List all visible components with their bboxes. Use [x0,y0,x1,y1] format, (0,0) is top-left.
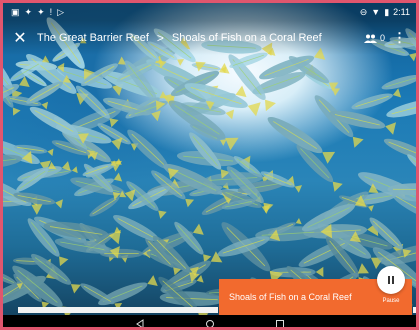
home-icon[interactable] [203,317,217,327]
app-bar: ✕ The Great Barrier Reef > Shoals of Fis… [3,21,416,55]
app-icon: ✦ [24,6,33,17]
recents-icon[interactable] [273,317,287,327]
breadcrumb-current: Shoals of Fish on a Coral Reef [171,32,322,44]
pause-label: Pause [382,298,400,304]
progress-track-end [413,307,416,313]
pause-icon [388,276,394,284]
pause-button[interactable] [377,266,405,294]
more-vert-icon[interactable]: ⋮ [393,30,406,46]
now-playing-title: Shoals of Fish on a Coral Reef [229,292,352,302]
people-icon [363,34,377,43]
viewer-count: 0 [379,33,385,43]
clock-time: 2:11 [393,7,410,17]
app-icon: ✦ [37,6,45,17]
navigation-bar [3,315,416,327]
no-disturb-icon: ⊖ [359,6,368,17]
exclamation-icon: ! [49,7,53,17]
breadcrumb-parent[interactable]: The Great Barrier Reef [37,32,149,44]
breadcrumb-separator: > [156,31,164,45]
app-window: ▣ ✦ ✦ ! ▷ ⊖ ▼ ▮ 2:11 ✕ The Great Barrier… [0,0,419,330]
close-icon[interactable]: ✕ [3,28,37,48]
image-icon: ▣ [11,6,20,17]
play-store-icon: ▷ [57,6,65,17]
back-icon[interactable] [133,317,147,327]
battery-icon: ▮ [384,6,390,17]
pause-control: Pause [369,262,413,312]
status-bar: ▣ ✦ ✦ ! ▷ ⊖ ▼ ▮ 2:11 [3,3,416,21]
viewers-button[interactable]: 0 [363,33,385,43]
wifi-icon: ▼ [371,7,381,17]
progress-track [18,307,218,313]
